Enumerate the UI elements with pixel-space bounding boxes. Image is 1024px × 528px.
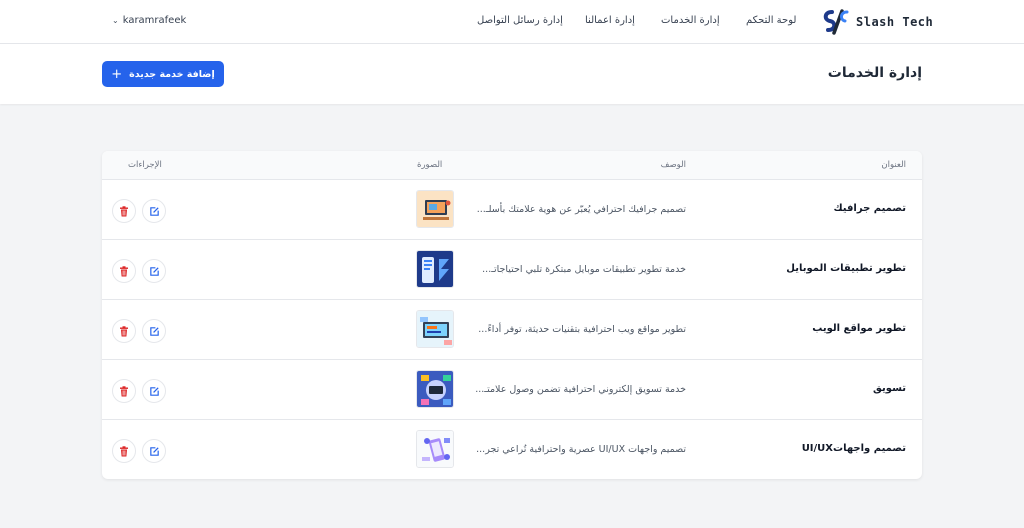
services-table: العنوان الوصف الصورة الإجراءات تصميم جرا… xyxy=(102,151,922,479)
edit-button[interactable] xyxy=(142,379,166,403)
service-image xyxy=(416,190,454,228)
trash-icon xyxy=(120,265,128,276)
table-row: تصميم جرافيك تصميم جرافيك احترافي يُعبّر… xyxy=(102,180,922,240)
service-image xyxy=(416,250,454,288)
page-title: إدارة الخدمات xyxy=(827,65,922,81)
slash-logo-icon xyxy=(820,8,850,36)
trash-icon xyxy=(120,385,128,396)
column-actions: الإجراءات xyxy=(128,160,162,170)
service-image xyxy=(416,310,454,348)
column-image: الصورة xyxy=(417,160,443,170)
delete-button[interactable] xyxy=(112,319,136,343)
service-title: تصميم جرافيك xyxy=(833,203,906,214)
edit-icon xyxy=(149,266,159,276)
edit-icon xyxy=(149,446,159,456)
trash-icon xyxy=(120,325,128,336)
top-navbar: Slash Tech لوحة التحكم إدارة الخدمات إدا… xyxy=(0,0,1024,44)
brand-logo[interactable]: Slash Tech xyxy=(820,8,934,36)
table-row: تصميم واجهاتUI/UX تصميم واجهات UI/UX عصر… xyxy=(102,420,922,479)
table-row: تطوير تطبيقات الموبايل خدمة تطوير تطبيقا… xyxy=(102,240,922,300)
service-image xyxy=(416,370,454,408)
nav-item-dashboard[interactable]: لوحة التحكم xyxy=(746,15,796,26)
edit-icon xyxy=(149,206,159,216)
edit-icon xyxy=(149,326,159,336)
user-menu[interactable]: ⌄ karamrafeek xyxy=(112,15,186,26)
column-description: الوصف xyxy=(660,160,686,170)
delete-button[interactable] xyxy=(112,379,136,403)
nav-item-services[interactable]: إدارة الخدمات xyxy=(661,15,720,26)
edit-button[interactable] xyxy=(142,259,166,283)
nav-item-works[interactable]: إدارة اعمالنا xyxy=(585,15,635,26)
service-title: تسويق xyxy=(873,383,906,394)
edit-button[interactable] xyxy=(142,199,166,223)
edit-icon xyxy=(149,386,159,396)
chevron-down-icon: ⌄ xyxy=(112,16,119,25)
service-title: تصميم واجهاتUI/UX xyxy=(801,443,906,454)
user-name: karamrafeek xyxy=(122,15,187,26)
service-description: تطوير مواقع ويب احترافية بتقنيات حديثة، … xyxy=(478,324,686,335)
service-description: تصميم جرافيك احترافي يُعبّر عن هوية علام… xyxy=(476,204,686,215)
table-row: تطوير مواقع الويب تطوير مواقع ويب احتراف… xyxy=(102,300,922,360)
trash-icon xyxy=(120,205,128,216)
table-header: العنوان الوصف الصورة الإجراءات xyxy=(102,151,922,180)
trash-icon xyxy=(120,445,128,456)
page-header: إدارة الخدمات + إضافة خدمة جديدة xyxy=(0,44,1024,104)
brand-name: Slash Tech xyxy=(856,15,934,29)
edit-button[interactable] xyxy=(142,439,166,463)
edit-button[interactable] xyxy=(142,319,166,343)
add-service-button[interactable]: + إضافة خدمة جديدة xyxy=(102,61,224,87)
nav-item-messages[interactable]: إدارة رسائل التواصل xyxy=(477,15,563,26)
add-service-label: إضافة خدمة جديدة xyxy=(129,68,215,80)
delete-button[interactable] xyxy=(112,259,136,283)
service-description: خدمة تطوير تطبيقات موبايل مبتكرة تلبي اح… xyxy=(482,264,686,275)
plus-icon: + xyxy=(111,66,123,82)
service-title: تطوير مواقع الويب xyxy=(812,323,906,334)
service-description: خدمة تسويق إلكتروني احترافية تضمن وصول ع… xyxy=(475,384,686,395)
column-title: العنوان xyxy=(881,160,906,170)
service-description: تصميم واجهات UI/UX عصرية واحترافية تُراع… xyxy=(476,444,686,455)
delete-button[interactable] xyxy=(112,439,136,463)
service-image xyxy=(416,430,454,468)
table-row: تسويق خدمة تسويق إلكتروني احترافية تضمن … xyxy=(102,360,922,420)
delete-button[interactable] xyxy=(112,199,136,223)
service-title: تطوير تطبيقات الموبايل xyxy=(786,263,906,274)
